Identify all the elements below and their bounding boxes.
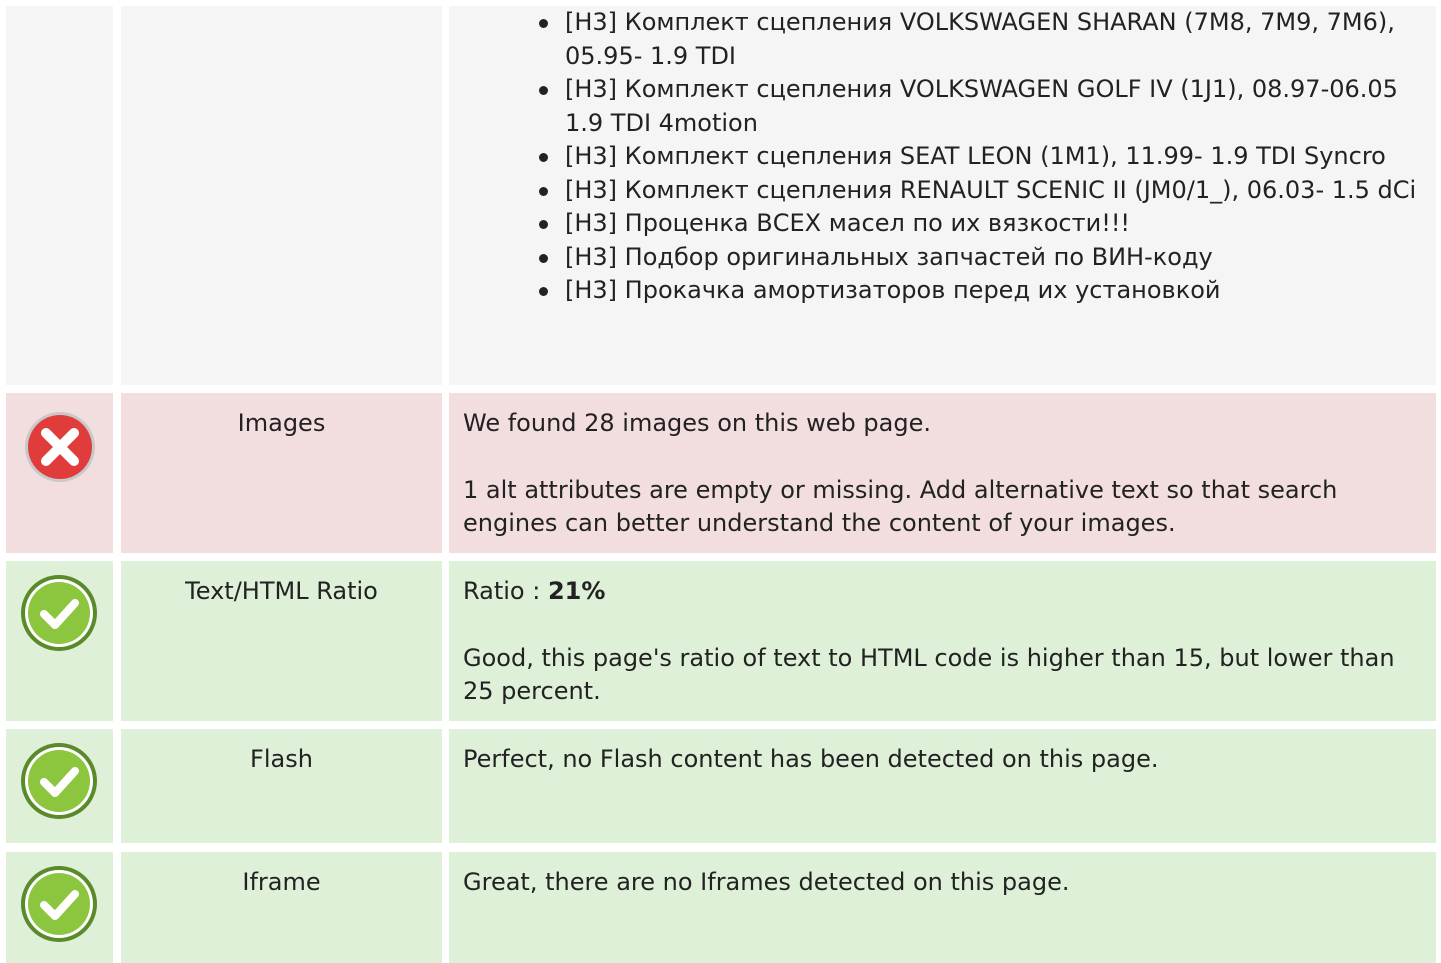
list-item: [H3] Подбор оригинальных запчастей по ВИ… [539, 241, 1436, 275]
check-icon [21, 575, 97, 651]
images-body: We found 28 images on this web page. 1 a… [449, 393, 1436, 553]
flash-body: Perfect, no Flash content has been detec… [449, 729, 1436, 843]
flash-description: Perfect, no Flash content has been detec… [463, 745, 1159, 773]
images-label: Images [121, 393, 442, 553]
headings-body-cell: [H3] Комплект сцепления VOLKSWAGEN SHARA… [449, 6, 1436, 385]
list-item: [H3] Прокачка амортизаторов перед их уст… [539, 274, 1436, 308]
images-found-text: We found 28 images on this web page. [463, 409, 931, 437]
flash-label: Flash [121, 729, 442, 843]
flash-status-cell [6, 729, 113, 843]
headings-status-cell [6, 6, 113, 385]
iframe-status-cell [6, 852, 113, 963]
iframe-description: Great, there are no Iframes detected on … [463, 868, 1070, 896]
error-icon [25, 412, 95, 482]
check-icon [21, 866, 97, 942]
list-item: [H3] Проценка ВСЕХ масел по их вязкости!… [539, 207, 1436, 241]
ratio-status-cell [6, 561, 113, 721]
check-icon [21, 743, 97, 819]
ratio-body: Ratio : 21% Good, this page's ratio of t… [449, 561, 1436, 721]
list-item: [H3] Комплект сцепления VOLKSWAGEN GOLF … [539, 73, 1436, 140]
images-status-cell [6, 393, 113, 553]
ratio-label: Text/HTML Ratio [121, 561, 442, 721]
ratio-line: Ratio : 21% [463, 575, 1422, 609]
ratio-description: Good, this page's ratio of text to HTML … [463, 643, 1395, 706]
iframe-body: Great, there are no Iframes detected on … [449, 852, 1436, 963]
iframe-label: Iframe [121, 852, 442, 963]
ratio-prefix: Ratio : [463, 577, 548, 605]
headings-label-cell [121, 6, 442, 385]
list-item: [H3] Комплект сцепления VOLKSWAGEN SHARA… [539, 6, 1436, 73]
images-alt-text: 1 alt attributes are empty or missing. A… [463, 475, 1338, 538]
h3-heading-list: [H3] Комплект сцепления VOLKSWAGEN SHARA… [449, 6, 1436, 308]
ratio-value: 21% [547, 577, 606, 605]
list-item: [H3] Комплект сцепления RENAULT SCENIC I… [539, 174, 1436, 208]
list-item: [H3] Комплект сцепления SEAT LEON (1M1),… [539, 140, 1436, 174]
